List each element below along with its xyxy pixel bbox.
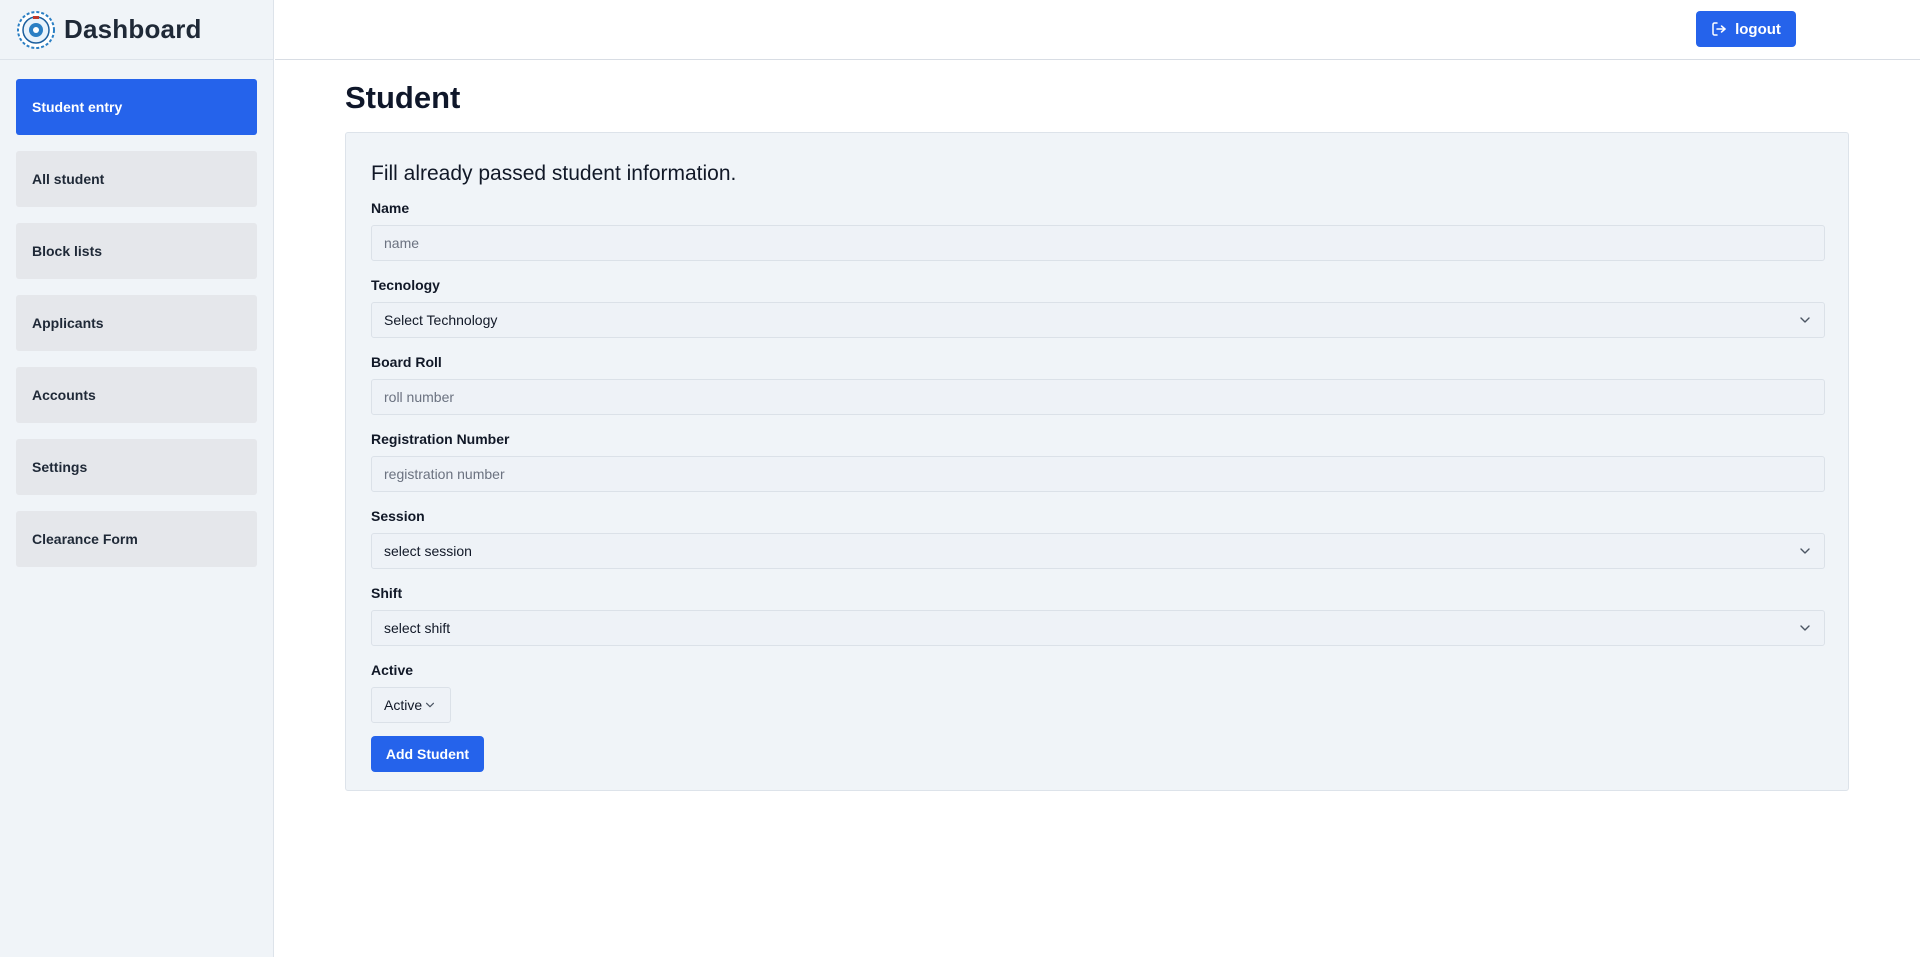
- registration-label: Registration Number: [371, 431, 510, 447]
- brand-title: Dashboard: [64, 14, 202, 44]
- student-form-card: Fill already passed student information.…: [345, 132, 1849, 791]
- chevron-down-icon: [1800, 625, 1810, 631]
- technology-select[interactable]: Select Technology: [371, 302, 1825, 338]
- session-label: Session: [371, 508, 425, 524]
- session-selected-value: select session: [384, 543, 472, 559]
- sidebar: Dashboard Student entry All student Bloc…: [0, 0, 274, 957]
- technology-label: Tecnology: [371, 277, 440, 293]
- logout-icon: [1712, 22, 1726, 36]
- active-selected-value: Active: [384, 697, 423, 713]
- name-field-group: Name: [371, 200, 1825, 261]
- session-field-group: Session select session: [371, 508, 1825, 569]
- shift-field-group: Shift select shift: [371, 585, 1825, 646]
- technology-selected-value: Select Technology: [384, 312, 498, 328]
- sidebar-item-accounts[interactable]: Accounts: [16, 367, 257, 423]
- board-roll-label: Board Roll: [371, 354, 442, 370]
- active-label: Active: [371, 662, 414, 678]
- form-heading: Fill already passed student information.: [371, 162, 737, 185]
- board-roll-field-group: Board Roll: [371, 354, 1825, 415]
- registration-field-group: Registration Number: [371, 431, 1825, 492]
- technology-field-group: Tecnology Select Technology: [371, 277, 1825, 338]
- sidebar-item-block-lists[interactable]: Block lists: [16, 223, 257, 279]
- chevron-down-icon: [426, 702, 435, 708]
- shift-label: Shift: [371, 585, 403, 601]
- name-input[interactable]: [371, 225, 1825, 261]
- sidebar-item-student-entry[interactable]: Student entry: [16, 79, 257, 135]
- add-student-button[interactable]: Add Student: [371, 736, 484, 772]
- active-field-group: Active Active: [371, 662, 1823, 723]
- brand: Dashboard: [0, 0, 273, 60]
- logout-label: logout: [1735, 20, 1781, 38]
- active-select[interactable]: Active: [371, 687, 451, 723]
- sidebar-item-clearance-form[interactable]: Clearance Form: [16, 511, 257, 567]
- logout-button[interactable]: logout: [1696, 11, 1796, 47]
- top-bar: logout: [275, 0, 1920, 60]
- chevron-down-icon: [1800, 548, 1810, 554]
- shift-selected-value: select shift: [384, 620, 451, 636]
- sidebar-nav: Student entry All student Block lists Ap…: [0, 60, 273, 567]
- sidebar-item-settings[interactable]: Settings: [16, 439, 257, 495]
- chevron-down-icon: [1800, 317, 1810, 323]
- sidebar-item-all-student[interactable]: All student: [16, 151, 257, 207]
- college-emblem-icon: [17, 10, 55, 49]
- name-label: Name: [371, 200, 410, 216]
- page-title: Student: [345, 80, 461, 115]
- registration-input[interactable]: [371, 456, 1825, 492]
- shift-select[interactable]: select shift: [371, 610, 1825, 646]
- session-select[interactable]: select session: [371, 533, 1825, 569]
- sidebar-item-applicants[interactable]: Applicants: [16, 295, 257, 351]
- board-roll-input[interactable]: [371, 379, 1825, 415]
